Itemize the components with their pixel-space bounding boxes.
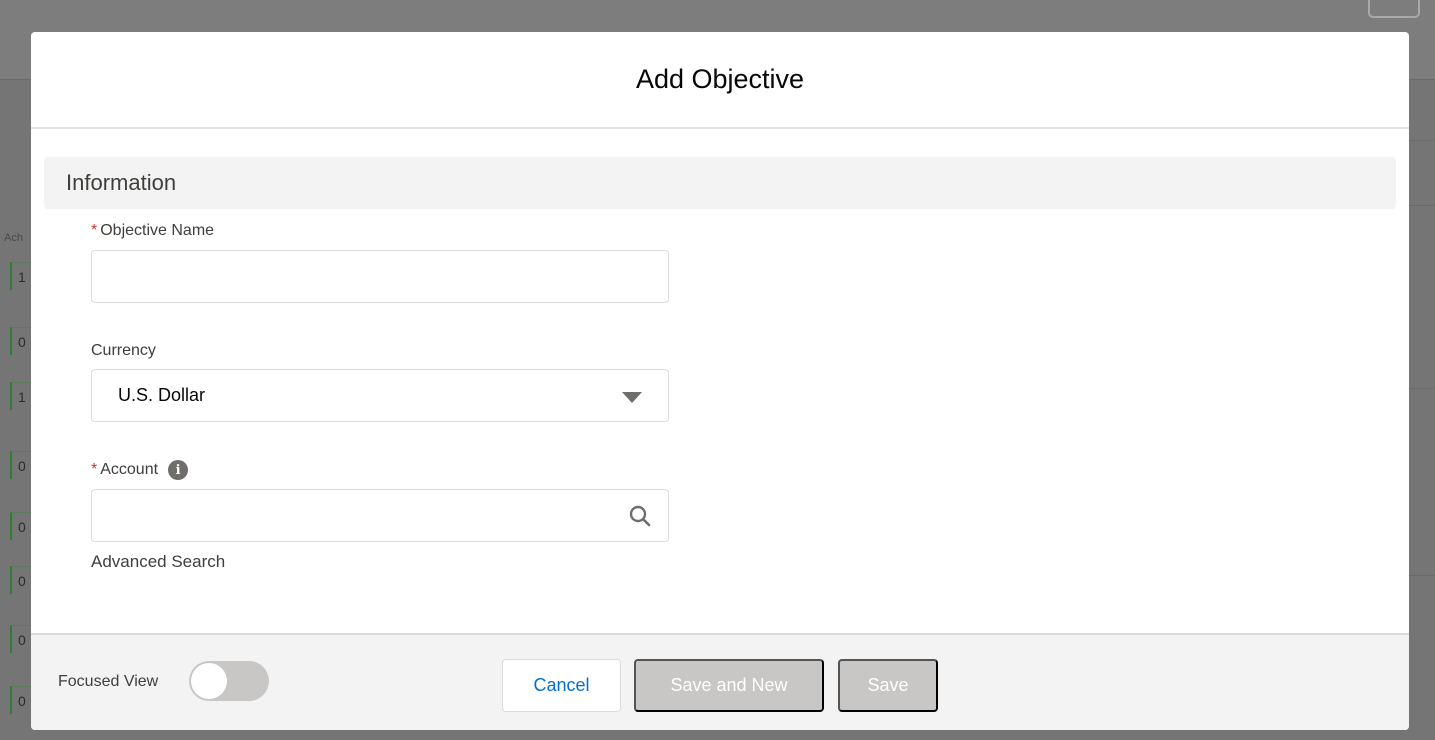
background-cell: 0 bbox=[10, 566, 31, 594]
caret-down-icon bbox=[622, 392, 642, 403]
modal-header: Add Objective bbox=[31, 32, 1409, 129]
currency-selected-value: U.S. Dollar bbox=[118, 385, 206, 405]
background-cell: 0 bbox=[10, 625, 31, 653]
background-cell: 1 bbox=[10, 262, 31, 290]
section-title: Information bbox=[66, 170, 177, 195]
advanced-search-link[interactable]: Advanced Search bbox=[91, 552, 225, 572]
search-icon[interactable] bbox=[628, 504, 652, 528]
information-section-header[interactable]: Information bbox=[44, 157, 1396, 209]
background-corner-button bbox=[1368, 0, 1420, 18]
background-column-header: Ach bbox=[4, 232, 23, 244]
background-cell: 1 bbox=[10, 382, 31, 410]
background-cell: 0 bbox=[10, 512, 31, 540]
account-label: * Account i bbox=[91, 460, 189, 480]
objective-name-label-text: Objective Name bbox=[100, 222, 215, 239]
background-divider bbox=[1409, 388, 1435, 389]
cancel-button[interactable]: Cancel bbox=[502, 659, 621, 712]
objective-name-input[interactable] bbox=[91, 250, 669, 303]
modal-title: Add Objective bbox=[635, 64, 805, 94]
account-lookup-input[interactable] bbox=[91, 489, 669, 542]
save-and-new-button[interactable]: Save and New bbox=[634, 659, 824, 712]
background-divider bbox=[1409, 140, 1435, 141]
currency-select[interactable]: U.S. Dollar bbox=[91, 369, 669, 422]
save-button[interactable]: Save bbox=[838, 659, 938, 712]
add-objective-modal: Add Objective Information * Objective Na… bbox=[31, 32, 1409, 730]
focused-view-label: Focused View bbox=[58, 673, 159, 690]
required-mark: * bbox=[91, 461, 98, 478]
background-cell: 0 bbox=[10, 451, 31, 479]
background-cell: 0 bbox=[10, 686, 31, 714]
toggle-knob bbox=[191, 663, 227, 699]
modal-footer: Focused View Cancel Save and New Save bbox=[31, 633, 1409, 730]
info-icon[interactable]: i bbox=[168, 460, 189, 480]
objective-name-label: * Objective Name bbox=[91, 222, 214, 240]
focused-view-toggle[interactable] bbox=[189, 661, 269, 701]
background-cell: 0 bbox=[10, 327, 31, 355]
required-mark: * bbox=[91, 222, 98, 239]
account-label-text: Account bbox=[100, 461, 159, 478]
background-divider bbox=[1409, 205, 1435, 206]
background-divider bbox=[1409, 575, 1435, 576]
currency-label-text: Currency bbox=[91, 342, 156, 359]
currency-label: Currency bbox=[91, 342, 156, 360]
